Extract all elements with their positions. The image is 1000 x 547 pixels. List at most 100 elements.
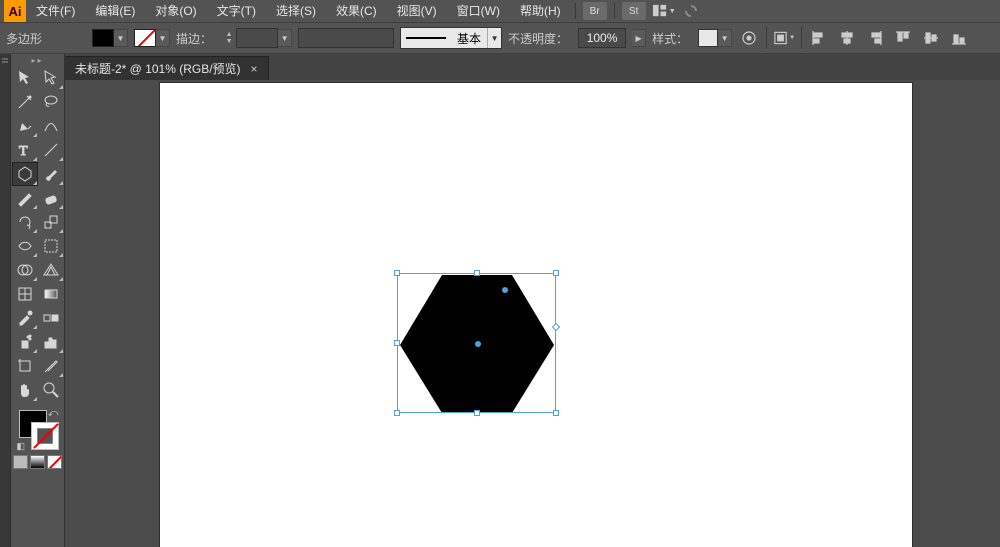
magic-wand-tool[interactable]	[12, 90, 38, 114]
menu-type[interactable]: 文字(T)	[207, 0, 266, 22]
align-hcenter-icon	[839, 30, 855, 46]
stroke-swatch[interactable]	[31, 422, 59, 450]
chevron-right-icon[interactable]: ▶	[632, 29, 646, 47]
polygon-tool[interactable]	[12, 162, 38, 186]
color-mode-none[interactable]	[47, 455, 62, 469]
scale-tool[interactable]	[38, 210, 64, 234]
fill-color-control[interactable]: ▼	[92, 29, 128, 47]
type-tool[interactable]: T	[12, 138, 38, 162]
color-mode-solid[interactable]	[13, 455, 28, 469]
menu-help[interactable]: 帮助(H)	[510, 0, 571, 22]
shape-center-anchor[interactable]	[475, 341, 481, 347]
scale-icon	[42, 213, 60, 231]
shape-anchor-point[interactable]	[502, 287, 508, 293]
slice-tool[interactable]	[38, 354, 64, 378]
selection-handle-se[interactable]	[553, 410, 559, 416]
selection-handle-w[interactable]	[394, 340, 400, 346]
rotate-tool[interactable]	[12, 210, 38, 234]
recolor-artwork-button[interactable]	[738, 28, 760, 48]
default-fill-stroke-icon[interactable]: ◧	[17, 441, 26, 452]
lasso-icon	[42, 93, 60, 111]
opacity-field[interactable]: 100%	[578, 28, 626, 48]
document-tab-title: 未标题-2* @ 101% (RGB/预览)	[75, 60, 241, 77]
grip-icon	[2, 58, 8, 60]
canvas[interactable]	[65, 80, 1000, 547]
align-bottom-button[interactable]	[948, 28, 970, 48]
menu-file[interactable]: 文件(F)	[26, 0, 85, 22]
eyedropper-tool[interactable]	[12, 306, 38, 330]
lasso-tool[interactable]	[38, 90, 64, 114]
stroke-preview-icon	[401, 28, 451, 48]
align-hcenter-button[interactable]	[836, 28, 858, 48]
free-transform-icon	[42, 237, 60, 255]
menu-select[interactable]: 选择(S)	[266, 0, 326, 22]
stroke-color-control[interactable]: ▼	[134, 29, 170, 47]
align-to-button[interactable]: ▼	[773, 28, 795, 48]
bridge-button[interactable]: Br	[583, 2, 607, 20]
shape-builder-tool[interactable]	[12, 258, 38, 282]
stock-button[interactable]: St	[622, 2, 646, 20]
spray-icon	[16, 333, 34, 351]
artboard-tool[interactable]	[12, 354, 38, 378]
width-tool[interactable]	[12, 234, 38, 258]
selection-handle-ne[interactable]	[553, 270, 559, 276]
mesh-icon	[16, 285, 34, 303]
chevron-down-icon: ▼	[789, 35, 795, 41]
symbol-sprayer-tool[interactable]	[12, 330, 38, 354]
separator	[801, 27, 802, 49]
align-top-button[interactable]	[892, 28, 914, 48]
perspective-icon	[42, 261, 60, 279]
fill-stroke-swatches[interactable]: ⤺ ◧	[15, 408, 61, 452]
brush-definition-control[interactable]: 基本 ▼	[400, 27, 502, 49]
document-tab[interactable]: 未标题-2* @ 101% (RGB/预览) ×	[65, 56, 269, 80]
align-vcenter-button[interactable]	[920, 28, 942, 48]
paintbrush-tool[interactable]	[38, 162, 64, 186]
menu-edit[interactable]: 编辑(E)	[85, 0, 145, 22]
graphic-style-control[interactable]: ▼	[698, 29, 732, 47]
perspective-grid-tool[interactable]	[38, 258, 64, 282]
column-graph-tool[interactable]	[38, 330, 64, 354]
document-area: 未标题-2* @ 101% (RGB/预览) ×	[65, 54, 1000, 547]
swap-fill-stroke-icon[interactable]: ⤺	[48, 408, 59, 419]
artboard[interactable]	[160, 83, 912, 547]
dock-strip[interactable]	[0, 54, 11, 547]
free-transform-tool[interactable]	[38, 234, 64, 258]
stroke-weight-stepper[interactable]: ▲▼ ▼	[222, 28, 292, 48]
hand-tool[interactable]	[12, 378, 38, 402]
style-swatch-icon	[698, 29, 718, 47]
arrange-documents-button[interactable]: ▼	[652, 2, 676, 20]
live-corner-widget[interactable]	[552, 323, 560, 331]
curvature-tool[interactable]	[38, 114, 64, 138]
mesh-tool[interactable]	[12, 282, 38, 306]
selection-handle-sw[interactable]	[394, 410, 400, 416]
direct-selection-tool[interactable]	[38, 66, 64, 90]
eraser-tool[interactable]	[38, 186, 64, 210]
toolbox: ▸▸ T	[11, 54, 65, 547]
menu-view[interactable]: 视图(V)	[387, 0, 447, 22]
line-segment-tool[interactable]	[38, 138, 64, 162]
menu-effect[interactable]: 效果(C)	[326, 0, 387, 22]
pen-tool[interactable]	[12, 114, 38, 138]
close-icon[interactable]: ×	[251, 62, 258, 76]
align-right-button[interactable]	[864, 28, 886, 48]
variable-width-profile-slot[interactable]	[298, 28, 394, 48]
selection-tool[interactable]	[12, 66, 38, 90]
toolbox-expand-button[interactable]: ▸▸	[31, 56, 43, 66]
selection-handle-nw[interactable]	[394, 270, 400, 276]
color-mode-gradient[interactable]	[30, 455, 45, 469]
sync-settings-button[interactable]	[679, 0, 703, 22]
stroke-weight-field[interactable]	[236, 28, 278, 48]
selection-bounding-box[interactable]	[397, 273, 556, 413]
fill-swatch-icon	[92, 29, 114, 47]
shaper-tool[interactable]	[12, 186, 38, 210]
selection-handle-s[interactable]	[474, 410, 480, 416]
polygon-icon	[16, 165, 34, 183]
magic-wand-icon	[16, 93, 34, 111]
align-left-button[interactable]	[808, 28, 830, 48]
selection-handle-n[interactable]	[474, 270, 480, 276]
menu-window[interactable]: 窗口(W)	[447, 0, 510, 22]
zoom-tool[interactable]	[38, 378, 64, 402]
blend-tool[interactable]	[38, 306, 64, 330]
gradient-tool[interactable]	[38, 282, 64, 306]
menu-object[interactable]: 对象(O)	[145, 0, 206, 22]
